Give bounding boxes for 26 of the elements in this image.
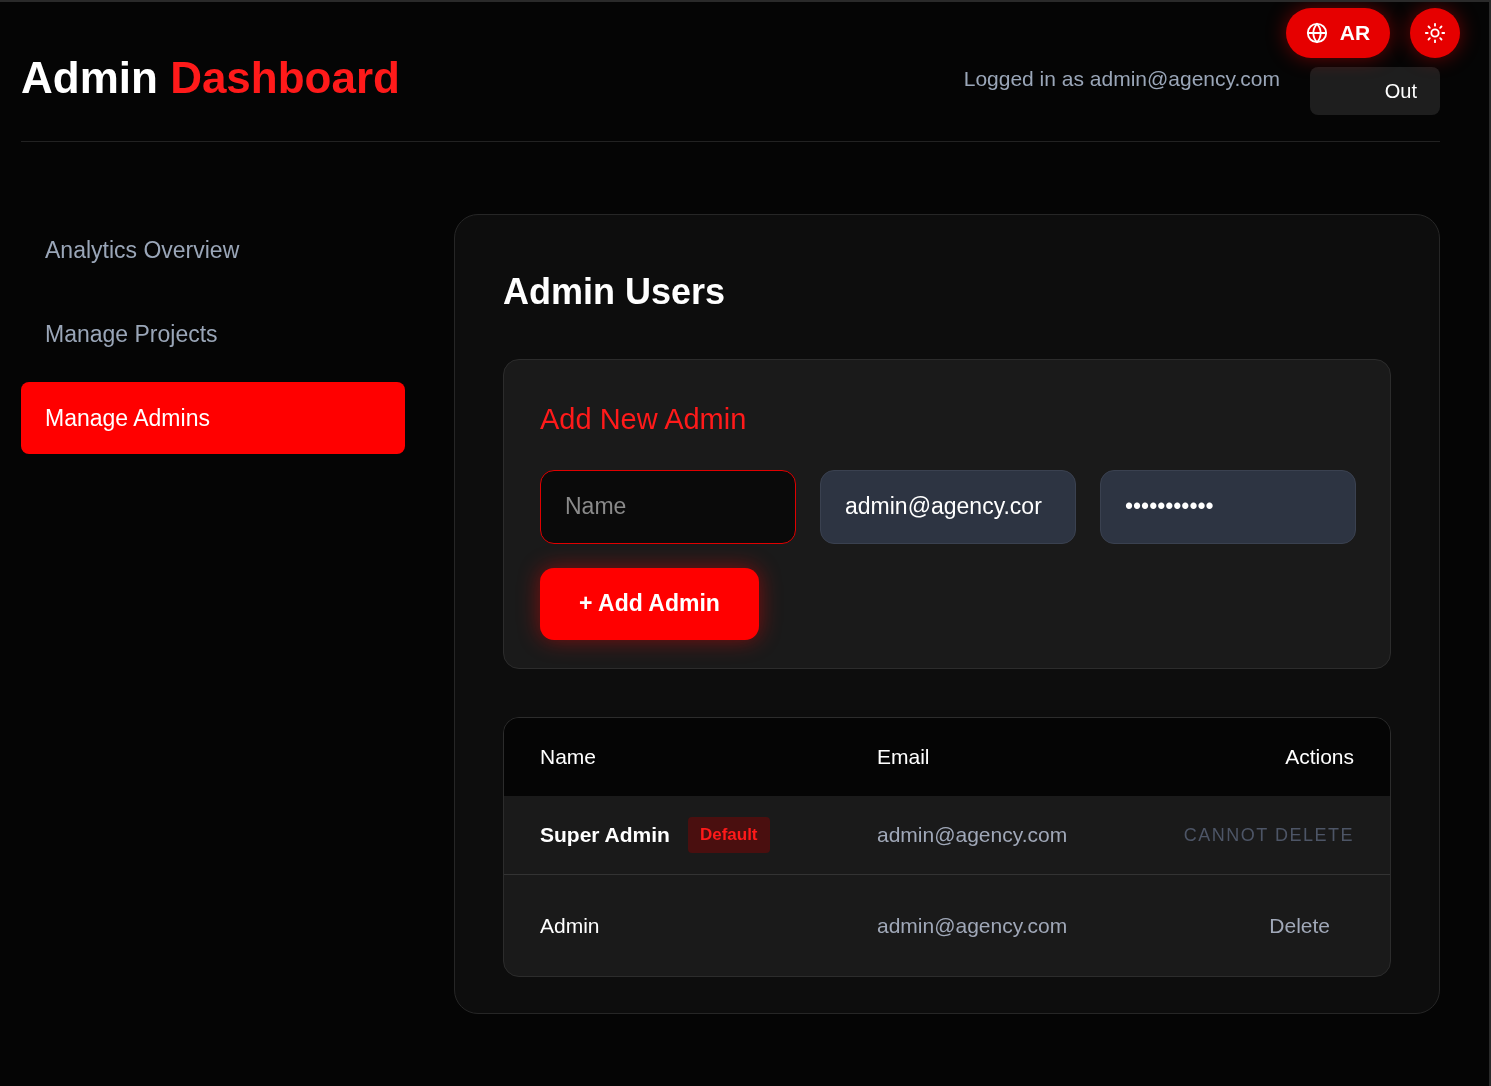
input-field[interactable]: Name [540, 469, 796, 544]
column-header: Name [540, 744, 598, 771]
sidebar-item[interactable]: Manage Projects [21, 298, 405, 370]
globe-icon [1305, 22, 1328, 44]
theme-toggle-button[interactable] [1410, 8, 1460, 58]
page-title: Admin Dashboard [21, 51, 400, 104]
cannot-delete-label: CANNOT DELETE [1183, 823, 1354, 847]
table-cell-text: Admin [540, 912, 600, 939]
default-badge: Default [687, 817, 770, 853]
delete-button[interactable]: Delete [1269, 909, 1330, 942]
column-header: Email [877, 744, 931, 771]
table-cell-text: Super Admin [540, 822, 670, 849]
sidebar-item[interactable]: Analytics Overview [21, 214, 405, 286]
table-cell-text: admin@agency.com [877, 822, 1069, 849]
sun-icon [1424, 22, 1446, 44]
column-header: Actions [1285, 744, 1354, 771]
sign-out-button[interactable]: Out [1310, 66, 1440, 115]
input-field[interactable]: ••••••••••• [1100, 469, 1356, 544]
form-title: Add New Admin [540, 402, 748, 437]
input-field[interactable]: admin@agency.cor [820, 469, 1076, 544]
add-admin-button[interactable]: + Add Admin [540, 567, 759, 640]
table-cell-text: admin@agency.com [877, 912, 1069, 939]
logged-in-text: Logged in as admin@agency.com [963, 65, 1280, 92]
section-title: Admin Users [503, 270, 727, 314]
sidebar-item[interactable]: Manage Admins [21, 382, 405, 454]
language-button[interactable]: AR [1286, 8, 1390, 58]
